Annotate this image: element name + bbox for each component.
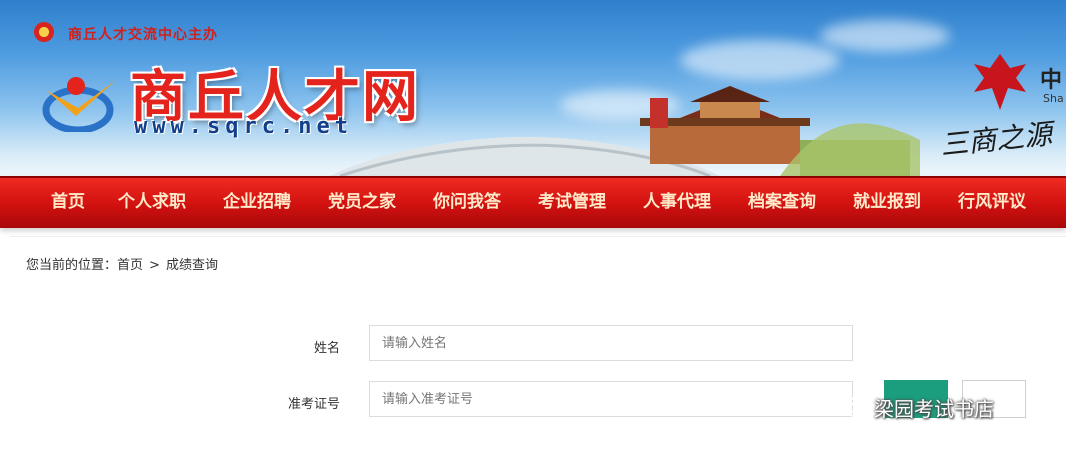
name-input[interactable] — [369, 325, 853, 361]
breadcrumb-prefix: 您当前的位置： — [26, 258, 118, 273]
cloud — [820, 20, 950, 52]
host-organization: 商丘人才交流中心主办 — [68, 27, 218, 43]
breadcrumb-current: 成绩查询 — [165, 258, 218, 273]
main-nav: 首页 个人求职 企业招聘 党员之家 你问我答 考试管理 人事代理 档案查询 就业… — [0, 176, 1066, 228]
wechat-icon — [836, 396, 865, 418]
breadcrumb-separator: > — [149, 258, 160, 273]
nav-item-archive[interactable]: 档案查询 — [748, 178, 816, 228]
nav-item-personnel[interactable]: 人事代理 — [643, 178, 711, 228]
watermark-text: 梁园考试书店 — [874, 396, 994, 421]
header-banner: 商丘人才交流中心主办 商丘人才网 www.sqrc.net 中 Sha 三商之源 — [0, 0, 1066, 176]
breadcrumb-home-link[interactable]: 首页 — [117, 258, 143, 273]
nav-item-party[interactable]: 党员之家 — [328, 178, 396, 228]
divider — [10, 236, 1066, 237]
exam-number-input[interactable] — [369, 381, 853, 417]
nav-item-exam[interactable]: 考试管理 — [538, 178, 606, 228]
nav-item-review[interactable]: 行风评议 — [958, 178, 1026, 228]
nav-item-job-seek[interactable]: 个人求职 — [118, 178, 186, 228]
breadcrumb: 您当前的位置：首页 > 成绩查询 — [26, 254, 218, 273]
nav-item-recruit[interactable]: 企业招聘 — [223, 178, 291, 228]
national-emblem-icon — [34, 22, 54, 42]
name-label: 姓名 — [313, 341, 340, 356]
city-badge-icon — [974, 54, 1026, 110]
right-badge-text: 中 — [1040, 68, 1063, 93]
nav-item-qa[interactable]: 你问我答 — [433, 178, 501, 228]
right-badge-en: Sha — [1043, 92, 1064, 105]
nav-item-home[interactable]: 首页 — [51, 178, 85, 228]
cloud — [680, 40, 840, 80]
nav-item-employment[interactable]: 就业报到 — [853, 178, 921, 228]
exam-number-label: 准考证号 — [287, 397, 340, 412]
ancient-city-scenery — [330, 86, 920, 176]
wechat-watermark: 梁园考试书店 — [836, 392, 994, 422]
